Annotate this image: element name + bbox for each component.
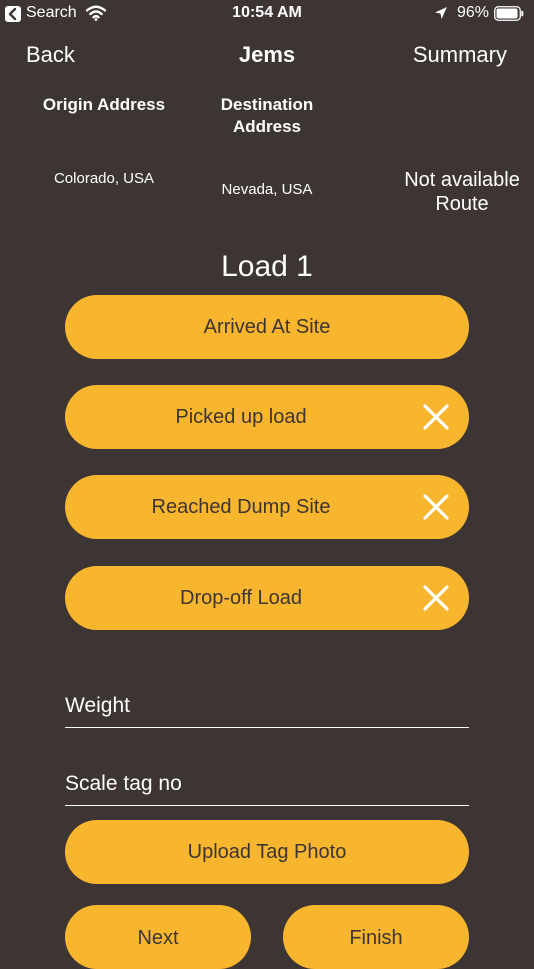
picked-up-load-label: Picked up load (175, 405, 307, 428)
close-icon[interactable] (421, 583, 451, 613)
route-value: Not available Route (404, 169, 520, 215)
battery-icon (494, 6, 524, 21)
destination-address-label: Destination Address (220, 95, 314, 136)
origin-address-label: Origin Address (42, 95, 166, 114)
picked-up-load-button[interactable]: Picked up load (65, 385, 469, 449)
finish-button[interactable]: Finish (283, 905, 469, 969)
arrived-at-site-label: Arrived At Site (203, 315, 331, 338)
drop-off-load-button[interactable]: Drop-off Load (65, 566, 469, 630)
back-button[interactable]: Back (26, 42, 75, 68)
close-icon[interactable] (421, 492, 451, 522)
origin-address-value: Colorado, USA (53, 170, 155, 187)
next-button[interactable]: Next (65, 905, 251, 969)
location-arrow-icon (435, 7, 447, 19)
reached-dump-site-label: Reached Dump Site (151, 495, 331, 518)
summary-button[interactable]: Summary (413, 42, 507, 68)
upload-tag-photo-label: Upload Tag Photo (187, 840, 347, 863)
destination-address-value: Nevada, USA (221, 181, 313, 198)
load-title: Load 1 (221, 250, 313, 283)
close-icon[interactable] (421, 402, 451, 432)
scale-tag-input[interactable] (65, 762, 469, 806)
status-bar: Search 10:54 AM 96% (0, 0, 534, 28)
back-to-app-label[interactable]: Search (26, 4, 77, 22)
battery-percent: 96% (457, 4, 490, 21)
status-time: 10:54 AM (232, 4, 302, 21)
arrived-at-site-button[interactable]: Arrived At Site (65, 295, 469, 359)
back-to-app-icon[interactable] (5, 6, 21, 22)
upload-tag-photo-button[interactable]: Upload Tag Photo (65, 820, 469, 884)
next-label: Next (137, 927, 179, 949)
finish-label: Finish (349, 927, 403, 949)
drop-off-load-label: Drop-off Load (180, 586, 302, 609)
weight-input[interactable] (65, 684, 469, 728)
wifi-icon (86, 5, 106, 21)
reached-dump-site-button[interactable]: Reached Dump Site (65, 475, 469, 539)
